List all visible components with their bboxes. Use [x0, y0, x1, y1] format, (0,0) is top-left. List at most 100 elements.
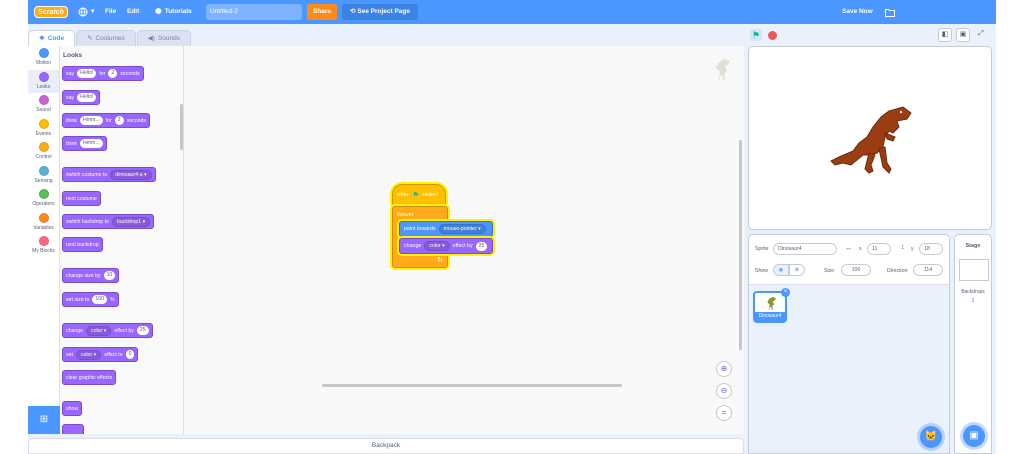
switch-backdrop-block[interactable]: switch backdrop to backdrop1 ▾	[62, 214, 155, 229]
stop-button[interactable]	[768, 31, 777, 40]
tutorials-button[interactable]: ✺ Tutorials	[155, 0, 192, 24]
save-now-button[interactable]: Save Now	[842, 0, 873, 24]
change-size-block[interactable]: change size by 10	[62, 268, 120, 283]
refresh-icon: ⟲	[349, 8, 356, 15]
block-input[interactable]: 100	[92, 295, 108, 304]
set-effect-block[interactable]: set color ▾ effect to 0	[62, 347, 139, 362]
show-visible-button[interactable]: ◉	[773, 264, 789, 276]
point-towards-block[interactable]: point towards mouse-pointer ▾	[399, 221, 493, 237]
block-text: set	[66, 351, 73, 358]
effect-dropdown[interactable]: color ▾	[75, 349, 102, 360]
block-input[interactable]: 0	[125, 350, 135, 359]
block-input[interactable]: 25	[136, 326, 149, 335]
share-button[interactable]: Share	[307, 4, 337, 20]
switch-costume-block[interactable]: switch costume to dinosaur4-a ▾	[62, 167, 156, 182]
y-input[interactable]: 18	[919, 243, 943, 255]
set-size-block[interactable]: set size to 100 %	[62, 292, 119, 307]
block-input[interactable]: 25	[475, 241, 488, 251]
category-my-blocks[interactable]: My Blocks	[28, 234, 59, 258]
backpack-bar[interactable]: Backpack	[28, 438, 744, 454]
block-input[interactable]: 2	[108, 69, 118, 78]
tab-costumes[interactable]: ✎ Costumes	[76, 30, 136, 46]
edit-menu[interactable]: Edit	[127, 0, 139, 24]
sprite-name-input[interactable]: Dinosaur4	[773, 243, 837, 255]
script-vertical-scrollbar[interactable]	[739, 140, 742, 350]
effect-dropdown[interactable]: color ▾	[424, 241, 450, 251]
variables-dot-icon	[38, 212, 49, 223]
direction-input[interactable]: 114	[913, 264, 943, 276]
zoom-in-button[interactable]: ⊕	[716, 361, 732, 377]
change-effect-script-block[interactable]: change color ▾ effect by 25	[399, 238, 493, 254]
hide-block[interactable]	[62, 424, 84, 434]
zoom-out-button[interactable]: ⊖	[716, 383, 732, 399]
block-text: switch backdrop to	[66, 218, 109, 225]
backdrop-thumbnail[interactable]	[959, 259, 989, 281]
dinosaur-sprite[interactable]	[829, 103, 913, 179]
file-menu[interactable]: File	[105, 0, 116, 24]
category-operators[interactable]: Operators	[28, 187, 59, 211]
block-text: think	[66, 117, 77, 124]
green-flag-button[interactable]: ⚑	[750, 29, 762, 41]
change-effect-block[interactable]: change color ▾ effect by 25	[62, 323, 153, 338]
my-blocks-dot-icon	[38, 236, 49, 246]
fullscreen-button[interactable]: ⤢	[974, 28, 988, 42]
my-stuff-button[interactable]	[885, 0, 895, 24]
category-variables[interactable]: Variables	[28, 211, 59, 235]
category-label: Variables	[33, 224, 54, 231]
when-flag-clicked-block[interactable]: when ⚑ clicked	[392, 184, 446, 206]
script-area[interactable]: when ⚑ clicked forever ↻ point towards m…	[184, 46, 744, 434]
language-menu[interactable]: ▾	[78, 0, 94, 24]
show-block[interactable]: show	[62, 401, 83, 416]
equals-icon: =	[721, 408, 727, 417]
large-stage-button[interactable]: ▣	[956, 28, 970, 42]
forever-block[interactable]: forever ↻	[392, 206, 448, 268]
block-input[interactable]: 10	[103, 271, 116, 280]
next-costume-block[interactable]: next costume	[62, 191, 101, 206]
show-hidden-button[interactable]: ⊘	[789, 264, 805, 276]
clear-graphic-effects-block[interactable]: clear graphic effects	[62, 370, 117, 385]
stage-selector[interactable]: Stage Backdrops 1 ▣	[954, 234, 992, 454]
choose-sprite-button[interactable]: 🐱	[920, 426, 942, 448]
delete-sprite-button[interactable]: ×	[781, 288, 790, 297]
category-motion[interactable]: Motion	[28, 46, 59, 70]
small-stage-button[interactable]: ◧	[938, 28, 952, 42]
think-for-block[interactable]: think Hmm... for 2 seconds	[62, 113, 150, 128]
block-input[interactable]: Hmm...	[79, 139, 103, 148]
effect-dropdown[interactable]: color ▾	[86, 325, 112, 336]
think-block[interactable]: think Hmm...	[62, 136, 107, 151]
zoom-reset-button[interactable]: =	[716, 405, 732, 421]
project-title-input[interactable]: Untitled-2	[206, 4, 302, 20]
zoom-out-icon: ⊖	[720, 386, 728, 395]
target-dropdown[interactable]: mouse-pointer ▾	[438, 224, 486, 234]
block-input[interactable]: Hello!	[77, 93, 97, 102]
category-events[interactable]: Events	[28, 117, 59, 141]
globe-icon	[78, 7, 88, 17]
choose-backdrop-button[interactable]: ▣	[963, 425, 985, 447]
palette-scrollbar[interactable]	[180, 104, 183, 150]
tab-sounds[interactable]: ◀) Sounds	[136, 30, 192, 46]
scratch-logo[interactable]: Scratch	[34, 6, 68, 18]
size-input[interactable]: 100	[841, 264, 871, 276]
say-for-block[interactable]: say Hello! for 2 seconds	[62, 66, 144, 81]
block-input[interactable]: Hello!	[77, 69, 97, 78]
speaker-icon: ◀)	[147, 35, 155, 42]
say-block[interactable]: say Hello!	[62, 90, 101, 105]
backdrop-dropdown[interactable]: backdrop1 ▾	[111, 216, 151, 227]
x-input[interactable]: 11	[867, 243, 891, 255]
category-sound[interactable]: Sound	[28, 93, 59, 117]
category-looks[interactable]: Looks	[28, 69, 59, 93]
script-horizontal-scrollbar[interactable]	[322, 384, 622, 387]
see-project-page-button[interactable]: ⟲ See Project Page	[342, 4, 418, 20]
add-extension-button[interactable]: ⊞	[28, 406, 60, 434]
block-input[interactable]: Hmm...	[79, 116, 103, 125]
category-sensing[interactable]: Sensing	[28, 164, 59, 188]
direction-label: Direction	[887, 268, 908, 274]
sprite-thumbnail[interactable]: × Dinosaur4	[753, 288, 790, 323]
next-backdrop-block[interactable]: next backdrop	[62, 237, 103, 252]
stage-canvas[interactable]	[748, 46, 992, 230]
show-label: Show	[755, 268, 768, 274]
block-input[interactable]: 2	[114, 116, 124, 125]
tab-code[interactable]: ❖ Code	[28, 30, 76, 46]
category-control[interactable]: Control	[28, 140, 59, 164]
costume-dropdown[interactable]: dinosaur4-a ▾	[110, 169, 152, 180]
